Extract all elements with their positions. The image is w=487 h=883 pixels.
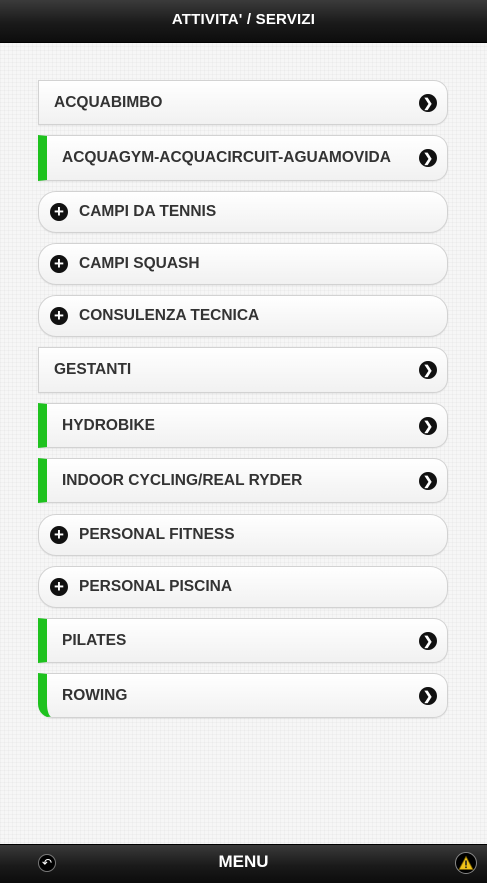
chevron-right-icon: ❯ [419, 472, 437, 490]
list-item-hydrobike[interactable]: HYDROBIKE ❯ [38, 403, 448, 448]
list-item-gestanti[interactable]: GESTANTI ❯ [38, 347, 448, 393]
header-bar: ATTIVITA' / SERVIZI [0, 0, 487, 43]
warning-triangle-icon [458, 855, 474, 870]
list-item-consulenza-tecnica[interactable]: + CONSULENZA TECNICA [38, 295, 448, 337]
list-item-label: ACQUAGYM-ACQUACIRCUIT-AGUAMOVIDA [62, 149, 391, 166]
list-item-label: HYDROBIKE [62, 417, 156, 434]
list-item-label: GESTANTI [54, 361, 132, 378]
list-item-label: PERSONAL FITNESS [79, 526, 235, 543]
list-item-acquagym[interactable]: ACQUAGYM-ACQUACIRCUIT-AGUAMOVIDA ❯ [38, 135, 448, 181]
menu-button[interactable]: MENU [0, 845, 487, 879]
list-item-campi-da-tennis[interactable]: + CAMPI DA TENNIS [38, 191, 448, 233]
list-item-label: PERSONAL PISCINA [79, 578, 233, 595]
plus-icon: + [50, 307, 68, 325]
list-item-personal-fitness[interactable]: + PERSONAL FITNESS [38, 514, 448, 556]
chevron-right-icon: ❯ [419, 687, 437, 705]
list-item-pilates[interactable]: PILATES ❯ [38, 618, 448, 663]
footer-bar: ↶ MENU [0, 844, 487, 883]
list-item-campi-squash[interactable]: + CAMPI SQUASH [38, 243, 448, 285]
list-item-label: CAMPI SQUASH [79, 255, 200, 272]
chevron-right-icon: ❯ [419, 632, 437, 650]
plus-icon: + [50, 203, 68, 221]
list-item-personal-piscina[interactable]: + PERSONAL PISCINA [38, 566, 448, 608]
list-item-acquabimbo[interactable]: ACQUABIMBO ❯ [38, 80, 448, 125]
chevron-right-icon: ❯ [419, 361, 437, 379]
plus-icon: + [50, 578, 68, 596]
list-item-label: ROWING [62, 687, 128, 704]
list-item-label: PILATES [62, 632, 127, 649]
list-item-label: CONSULENZA TECNICA [79, 307, 260, 324]
plus-icon: + [50, 526, 68, 544]
chevron-right-icon: ❯ [419, 94, 437, 112]
list-item-label: INDOOR CYCLING/REAL RYDER [62, 472, 303, 489]
page-title: ATTIVITA' / SERVIZI [171, 11, 316, 28]
list-item-indoor-cycling[interactable]: INDOOR CYCLING/REAL RYDER ❯ [38, 458, 448, 503]
list-item-label: CAMPI DA TENNIS [79, 203, 217, 220]
chevron-right-icon: ❯ [419, 149, 437, 167]
chevron-right-icon: ❯ [419, 417, 437, 435]
plus-icon: + [50, 255, 68, 273]
warning-icon[interactable] [455, 852, 477, 874]
list-item-label: ACQUABIMBO [54, 94, 163, 111]
list-item-rowing[interactable]: ROWING ❯ [38, 673, 448, 718]
